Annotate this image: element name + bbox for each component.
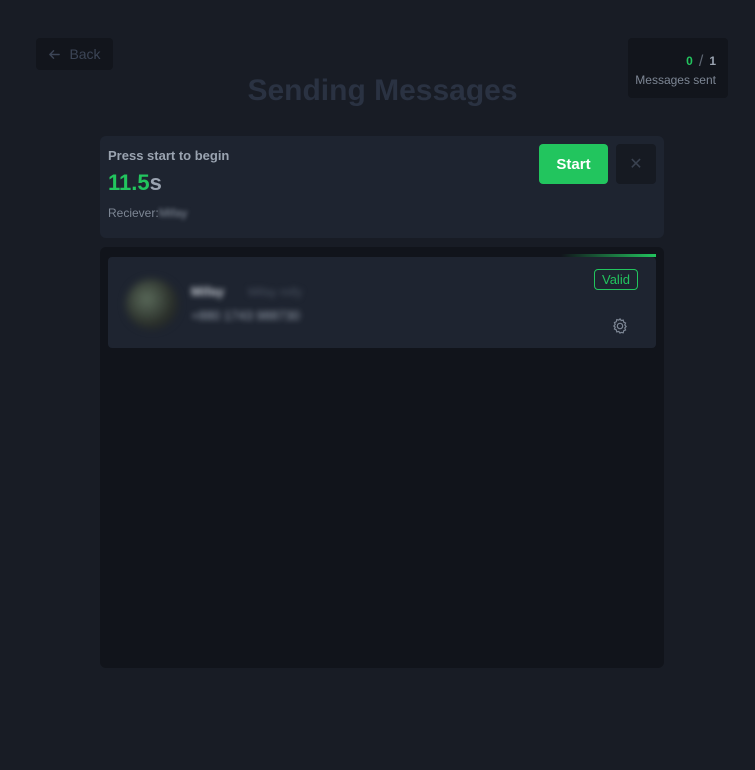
back-label: Back (69, 46, 101, 62)
avatar (126, 279, 178, 329)
status-badge: Valid (594, 269, 638, 290)
timer-value: 11.5 (108, 170, 150, 195)
sent-count: 0 (686, 54, 693, 68)
receiver-label: Reciever: (108, 206, 159, 220)
status-text: Press start to begin (108, 148, 230, 163)
gear-icon[interactable] (611, 317, 629, 335)
arrow-left-icon (49, 49, 61, 59)
receiver-name: Mifay (158, 206, 188, 220)
control-card: Press start to begin 11.5s Reciever:Mifa… (100, 136, 664, 238)
contact-list: Mifay Mifay mify +880 1743 988730 Valid (100, 247, 664, 668)
total-count: 1 (709, 54, 716, 68)
close-icon: ✕ (629, 156, 643, 173)
contact-name: Mifay (191, 284, 225, 299)
contact-subtitle: Mifay mify (248, 285, 302, 299)
counter-separator: / (698, 53, 704, 70)
countdown-timer: 11.5s (108, 170, 162, 196)
start-button[interactable]: Start (539, 144, 608, 184)
timer-unit: s (149, 170, 162, 195)
contact-card: Mifay Mifay mify +880 1743 988730 Valid (108, 257, 656, 348)
back-button[interactable]: Back (36, 38, 113, 70)
contact-phone: +880 1743 988730 (191, 308, 300, 323)
close-button[interactable]: ✕ (616, 144, 656, 184)
receiver-line: Reciever:Mifay (108, 206, 187, 220)
page-title: Sending Messages (247, 74, 518, 107)
